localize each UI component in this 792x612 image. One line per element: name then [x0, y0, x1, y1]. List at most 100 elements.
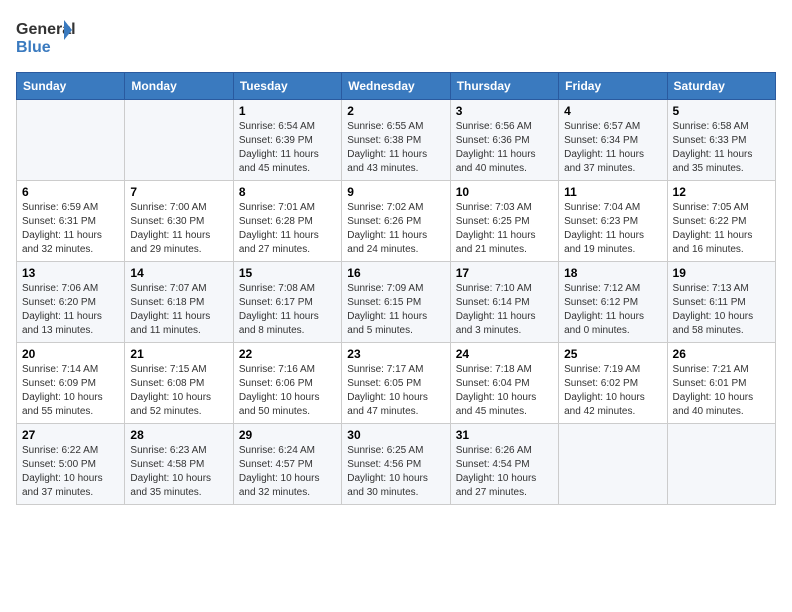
day-number: 9 — [347, 185, 444, 199]
day-number: 30 — [347, 428, 444, 442]
calendar-cell: 29Sunrise: 6:24 AM Sunset: 4:57 PM Dayli… — [233, 424, 341, 505]
calendar-cell: 21 Sunrise: 7:15 AM Sunset: 6:08 PM Dayli… — [125, 343, 233, 424]
calendar-body: 1 Sunrise: 6:54 AM Sunset: 6:39 PM Daylig… — [17, 100, 776, 505]
day-info: Sunrise: 6:55 AM Sunset: 6:38 PM Dayligh… — [347, 120, 444, 176]
calendar-cell: 17 Sunrise: 7:10 AM Sunset: 6:14 PM Dayli… — [450, 262, 558, 343]
day-number: 17 — [456, 266, 553, 280]
calendar-cell: 25Sunrise: 7:19 AM Sunset: 6:02 PM Dayli… — [559, 343, 667, 424]
day-info: Sunrise: 7:05 AM Sunset: 6:22 PM Dayligh… — [673, 201, 770, 257]
calendar-cell: 14 Sunrise: 7:07 AM Sunset: 6:18 PM Dayli… — [125, 262, 233, 343]
day-number: 19 — [673, 266, 770, 280]
calendar-cell: 30 Sunrise: 6:25 AM Sunset: 4:56 PM Dayli… — [342, 424, 450, 505]
header-row: SundayMondayTuesdayWednesdayThursdayFrid… — [17, 73, 776, 100]
day-info: Sunrise: 7:04 AM Sunset: 6:23 PM Dayligh… — [564, 201, 661, 257]
day-info: Sunrise: 7:16 AM Sunset: 6:06 PM Dayligh… — [239, 363, 336, 419]
calendar-table: SundayMondayTuesdayWednesdayThursdayFrid… — [16, 72, 776, 505]
day-info: Sunrise: 7:02 AM Sunset: 6:26 PM Dayligh… — [347, 201, 444, 257]
logo: GeneralBlue — [16, 16, 76, 60]
day-header-tuesday: Tuesday — [233, 73, 341, 100]
day-number: 7 — [130, 185, 227, 199]
day-info: Sunrise: 6:54 AM Sunset: 6:39 PM Dayligh… — [239, 120, 336, 176]
calendar-week-1: 1 Sunrise: 6:54 AM Sunset: 6:39 PM Daylig… — [17, 100, 776, 181]
day-info: Sunrise: 7:18 AM Sunset: 6:04 PM Dayligh… — [456, 363, 553, 419]
day-number: 13 — [22, 266, 119, 280]
day-number: 26 — [673, 347, 770, 361]
day-info: Sunrise: 6:24 AM Sunset: 4:57 PM Dayligh… — [239, 444, 336, 500]
day-header-wednesday: Wednesday — [342, 73, 450, 100]
calendar-cell — [667, 424, 775, 505]
day-info: Sunrise: 6:26 AM Sunset: 4:54 PM Dayligh… — [456, 444, 553, 500]
day-info: Sunrise: 6:22 AM Sunset: 5:00 PM Dayligh… — [22, 444, 119, 500]
day-number: 22 — [239, 347, 336, 361]
day-info: Sunrise: 7:13 AM Sunset: 6:11 PM Dayligh… — [673, 282, 770, 338]
calendar-cell: 7 Sunrise: 7:00 AM Sunset: 6:30 PM Daylig… — [125, 181, 233, 262]
day-header-sunday: Sunday — [17, 73, 125, 100]
calendar-cell: 13 Sunrise: 7:06 AM Sunset: 6:20 PM Dayli… — [17, 262, 125, 343]
day-info: Sunrise: 7:03 AM Sunset: 6:25 PM Dayligh… — [456, 201, 553, 257]
calendar-week-3: 13 Sunrise: 7:06 AM Sunset: 6:20 PM Dayli… — [17, 262, 776, 343]
day-number: 10 — [456, 185, 553, 199]
calendar-cell — [17, 100, 125, 181]
day-info: Sunrise: 6:59 AM Sunset: 6:31 PM Dayligh… — [22, 201, 119, 257]
calendar-cell: 10 Sunrise: 7:03 AM Sunset: 6:25 PM Dayli… — [450, 181, 558, 262]
day-number: 16 — [347, 266, 444, 280]
calendar-cell: 2 Sunrise: 6:55 AM Sunset: 6:38 PM Daylig… — [342, 100, 450, 181]
day-info: Sunrise: 7:09 AM Sunset: 6:15 PM Dayligh… — [347, 282, 444, 338]
calendar-cell: 16 Sunrise: 7:09 AM Sunset: 6:15 PM Dayli… — [342, 262, 450, 343]
calendar-cell: 18Sunrise: 7:12 AM Sunset: 6:12 PM Dayli… — [559, 262, 667, 343]
calendar-cell: 28 Sunrise: 6:23 AM Sunset: 4:58 PM Dayli… — [125, 424, 233, 505]
day-number: 2 — [347, 104, 444, 118]
day-info: Sunrise: 7:00 AM Sunset: 6:30 PM Dayligh… — [130, 201, 227, 257]
calendar-cell: 11 Sunrise: 7:04 AM Sunset: 6:23 PM Dayli… — [559, 181, 667, 262]
day-number: 6 — [22, 185, 119, 199]
day-info: Sunrise: 7:14 AM Sunset: 6:09 PM Dayligh… — [22, 363, 119, 419]
day-info: Sunrise: 6:23 AM Sunset: 4:58 PM Dayligh… — [130, 444, 227, 500]
logo-svg: GeneralBlue — [16, 16, 76, 60]
calendar-cell — [125, 100, 233, 181]
day-info: Sunrise: 6:56 AM Sunset: 6:36 PM Dayligh… — [456, 120, 553, 176]
day-info: Sunrise: 7:21 AM Sunset: 6:01 PM Dayligh… — [673, 363, 770, 419]
day-number: 11 — [564, 185, 661, 199]
calendar-cell: 9 Sunrise: 7:02 AM Sunset: 6:26 PM Daylig… — [342, 181, 450, 262]
day-number: 27 — [22, 428, 119, 442]
day-info: Sunrise: 7:07 AM Sunset: 6:18 PM Dayligh… — [130, 282, 227, 338]
day-header-saturday: Saturday — [667, 73, 775, 100]
calendar-cell: 23Sunrise: 7:17 AM Sunset: 6:05 PM Dayli… — [342, 343, 450, 424]
day-number: 5 — [673, 104, 770, 118]
calendar-cell: 4Sunrise: 6:57 AM Sunset: 6:34 PM Daylig… — [559, 100, 667, 181]
day-header-thursday: Thursday — [450, 73, 558, 100]
day-info: Sunrise: 6:57 AM Sunset: 6:34 PM Dayligh… — [564, 120, 661, 176]
day-number: 3 — [456, 104, 553, 118]
calendar-cell: 27 Sunrise: 6:22 AM Sunset: 5:00 PM Dayli… — [17, 424, 125, 505]
page-header: GeneralBlue — [16, 16, 776, 60]
svg-text:Blue: Blue — [16, 39, 51, 56]
calendar-cell: 6 Sunrise: 6:59 AM Sunset: 6:31 PM Daylig… — [17, 181, 125, 262]
day-info: Sunrise: 7:17 AM Sunset: 6:05 PM Dayligh… — [347, 363, 444, 419]
calendar-week-2: 6 Sunrise: 6:59 AM Sunset: 6:31 PM Daylig… — [17, 181, 776, 262]
calendar-cell: 31Sunrise: 6:26 AM Sunset: 4:54 PM Dayli… — [450, 424, 558, 505]
day-number: 21 — [130, 347, 227, 361]
day-info: Sunrise: 7:12 AM Sunset: 6:12 PM Dayligh… — [564, 282, 661, 338]
calendar-week-5: 27 Sunrise: 6:22 AM Sunset: 5:00 PM Dayli… — [17, 424, 776, 505]
calendar-cell: 8Sunrise: 7:01 AM Sunset: 6:28 PM Daylig… — [233, 181, 341, 262]
day-info: Sunrise: 7:06 AM Sunset: 6:20 PM Dayligh… — [22, 282, 119, 338]
day-number: 20 — [22, 347, 119, 361]
day-info: Sunrise: 7:19 AM Sunset: 6:02 PM Dayligh… — [564, 363, 661, 419]
calendar-cell: 15Sunrise: 7:08 AM Sunset: 6:17 PM Dayli… — [233, 262, 341, 343]
calendar-cell: 5 Sunrise: 6:58 AM Sunset: 6:33 PM Daylig… — [667, 100, 775, 181]
day-info: Sunrise: 7:01 AM Sunset: 6:28 PM Dayligh… — [239, 201, 336, 257]
day-header-monday: Monday — [125, 73, 233, 100]
day-number: 14 — [130, 266, 227, 280]
day-number: 28 — [130, 428, 227, 442]
calendar-header: SundayMondayTuesdayWednesdayThursdayFrid… — [17, 73, 776, 100]
day-header-friday: Friday — [559, 73, 667, 100]
day-info: Sunrise: 7:10 AM Sunset: 6:14 PM Dayligh… — [456, 282, 553, 338]
day-number: 1 — [239, 104, 336, 118]
day-info: Sunrise: 6:58 AM Sunset: 6:33 PM Dayligh… — [673, 120, 770, 176]
calendar-cell: 12Sunrise: 7:05 AM Sunset: 6:22 PM Dayli… — [667, 181, 775, 262]
calendar-cell — [559, 424, 667, 505]
calendar-cell: 26 Sunrise: 7:21 AM Sunset: 6:01 PM Dayli… — [667, 343, 775, 424]
day-info: Sunrise: 6:25 AM Sunset: 4:56 PM Dayligh… — [347, 444, 444, 500]
day-info: Sunrise: 7:15 AM Sunset: 6:08 PM Dayligh… — [130, 363, 227, 419]
calendar-cell: 1 Sunrise: 6:54 AM Sunset: 6:39 PM Daylig… — [233, 100, 341, 181]
